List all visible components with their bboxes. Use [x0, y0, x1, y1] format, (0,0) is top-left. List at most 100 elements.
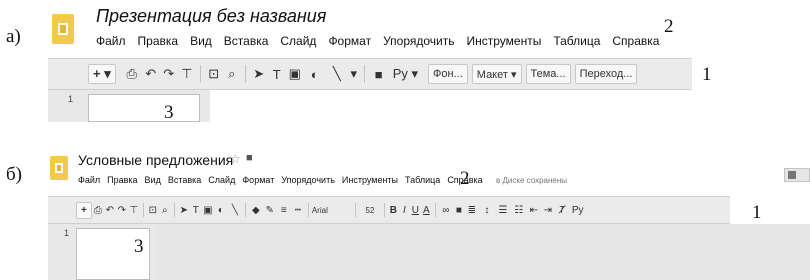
select-cursor-icon[interactable]: ➤	[250, 66, 268, 82]
underline-button[interactable]: U	[410, 205, 421, 216]
menu-tools[interactable]: Инструменты	[467, 34, 542, 48]
toolbar-separator	[307, 203, 309, 217]
callout-number-2: 2	[460, 168, 470, 189]
menu-bar: Файл Правка Вид Вставка Слайд Формат Упо…	[78, 175, 483, 185]
menu-table[interactable]: Таблица	[553, 34, 600, 48]
font-size-select[interactable]: 52	[359, 206, 381, 215]
paint-format-icon[interactable]: ⊤	[178, 66, 196, 82]
document-title[interactable]: Условные предложения	[78, 152, 233, 168]
menu-help[interactable]: Справка	[612, 34, 659, 48]
font-family-select[interactable]: Arial	[312, 206, 352, 215]
zoom-fit-icon[interactable]: ⊡	[147, 205, 159, 216]
slides-logo-icon[interactable]	[50, 156, 68, 180]
toolbar-separator	[173, 203, 175, 217]
theme-button[interactable]: Тема...	[525, 64, 571, 84]
comment-icon[interactable]: ■	[453, 205, 465, 216]
present-button[interactable]	[784, 168, 810, 182]
shape-icon[interactable]: ◐	[214, 205, 228, 216]
slide-canvas[interactable]	[158, 224, 810, 280]
menu-arrange[interactable]: Упорядочить	[281, 175, 335, 185]
toolbar-separator	[363, 65, 365, 83]
line-spacing-icon[interactable]: ↕	[479, 205, 495, 216]
slide-thumbnail[interactable]	[88, 94, 200, 122]
menu-insert[interactable]: Вставка	[224, 34, 269, 48]
panel-b-letter: б)	[6, 164, 22, 185]
redo-icon[interactable]: ↷	[160, 66, 178, 82]
menu-view[interactable]: Вид	[190, 34, 212, 48]
print-icon[interactable]: ⎙	[122, 66, 142, 82]
menu-slide[interactable]: Слайд	[208, 175, 235, 185]
menu-format[interactable]: Формат	[242, 175, 274, 185]
slide-index: 1	[64, 228, 70, 238]
input-tools-button[interactable]: Ру	[569, 205, 587, 216]
menu-format[interactable]: Формат	[328, 34, 371, 48]
paint-format-icon[interactable]: ⊤	[128, 205, 140, 216]
align-icon[interactable]: ≣	[465, 205, 479, 216]
redo-icon[interactable]: ↷	[116, 205, 128, 216]
menu-edit[interactable]: Правка	[138, 34, 179, 48]
folder-icon[interactable]: ■	[246, 152, 253, 164]
chevron-down-icon[interactable]: ▾	[348, 66, 360, 82]
shape-icon[interactable]: ◐	[304, 67, 326, 82]
italic-button[interactable]: I	[399, 205, 410, 216]
callout-number-1: 1	[702, 64, 712, 85]
menu-arrange[interactable]: Упорядочить	[383, 34, 454, 48]
menu-edit[interactable]: Правка	[107, 175, 137, 185]
slide-index: 1	[68, 94, 74, 104]
image-icon[interactable]: ▣	[202, 205, 214, 216]
undo-icon[interactable]: ↶	[142, 66, 160, 82]
text-color-button[interactable]: A	[421, 205, 432, 216]
zoom-icon[interactable]: ⌕	[159, 205, 171, 216]
add-slide-button[interactable]: +	[76, 201, 92, 219]
transition-button[interactable]: Переход...	[574, 64, 638, 84]
callout-number-3: 3	[134, 236, 144, 257]
text-box-icon[interactable]: T	[268, 67, 286, 82]
add-slide-button[interactable]: + ▾	[88, 64, 116, 84]
clear-formatting-icon[interactable]: Ⱦ	[555, 205, 569, 216]
slides-logo-icon[interactable]	[52, 14, 74, 44]
toolbar-separator	[199, 65, 201, 83]
toolbar-separator	[354, 203, 356, 217]
select-cursor-icon[interactable]: ➤	[178, 205, 190, 216]
print-icon[interactable]: ⎙	[92, 205, 104, 216]
text-box-icon[interactable]: T	[190, 205, 202, 216]
menu-tools[interactable]: Инструменты	[342, 175, 398, 185]
callout-number-1: 1	[752, 202, 762, 223]
menu-slide[interactable]: Слайд	[280, 34, 316, 48]
document-title[interactable]: Презентация без названия	[96, 6, 326, 27]
saved-status: в Диске сохранены	[496, 176, 568, 185]
zoom-fit-icon[interactable]: ⊡	[205, 66, 223, 82]
background-button[interactable]: Фон...	[428, 64, 468, 84]
line-icon[interactable]: ╲	[326, 66, 348, 82]
toolbar-separator	[383, 203, 385, 217]
border-dash-icon[interactable]: ┅	[291, 205, 305, 216]
star-icon[interactable]: ☆	[230, 152, 241, 166]
menu-insert[interactable]: Вставка	[168, 175, 201, 185]
border-color-icon[interactable]: ✎	[263, 205, 277, 216]
zoom-icon[interactable]: ⌕	[223, 66, 241, 82]
menu-view[interactable]: Вид	[145, 175, 161, 185]
fill-color-icon[interactable]: ◆	[249, 205, 263, 216]
increase-indent-icon[interactable]: ⇥	[541, 205, 555, 216]
image-icon[interactable]: ▣	[286, 66, 304, 82]
menu-bar: Файл Правка Вид Вставка Слайд Формат Упо…	[96, 34, 659, 48]
callout-number-2: 2	[664, 16, 674, 37]
toolbar-separator	[434, 203, 436, 217]
menu-file[interactable]: Файл	[96, 34, 126, 48]
panel-b: б) Условные предложения ☆ ■ Файл Правка …	[0, 142, 810, 280]
comment-icon[interactable]: ■	[369, 67, 389, 82]
border-weight-icon[interactable]: ≡	[277, 205, 291, 216]
bulleted-list-icon[interactable]: ☷	[511, 205, 527, 216]
toolbar-separator	[142, 203, 144, 217]
input-tools-button[interactable]: Ру ▾	[389, 66, 422, 82]
panel-a-letter: а)	[6, 26, 21, 47]
link-icon[interactable]: ∞	[439, 205, 453, 216]
menu-file[interactable]: Файл	[78, 175, 100, 185]
menu-table[interactable]: Таблица	[405, 175, 440, 185]
numbered-list-icon[interactable]: ☰	[495, 205, 511, 216]
decrease-indent-icon[interactable]: ⇤	[527, 205, 541, 216]
undo-icon[interactable]: ↶	[104, 205, 116, 216]
line-icon[interactable]: ╲	[228, 205, 242, 216]
layout-button[interactable]: Макет ▾	[471, 64, 522, 84]
bold-button[interactable]: B	[388, 205, 399, 216]
